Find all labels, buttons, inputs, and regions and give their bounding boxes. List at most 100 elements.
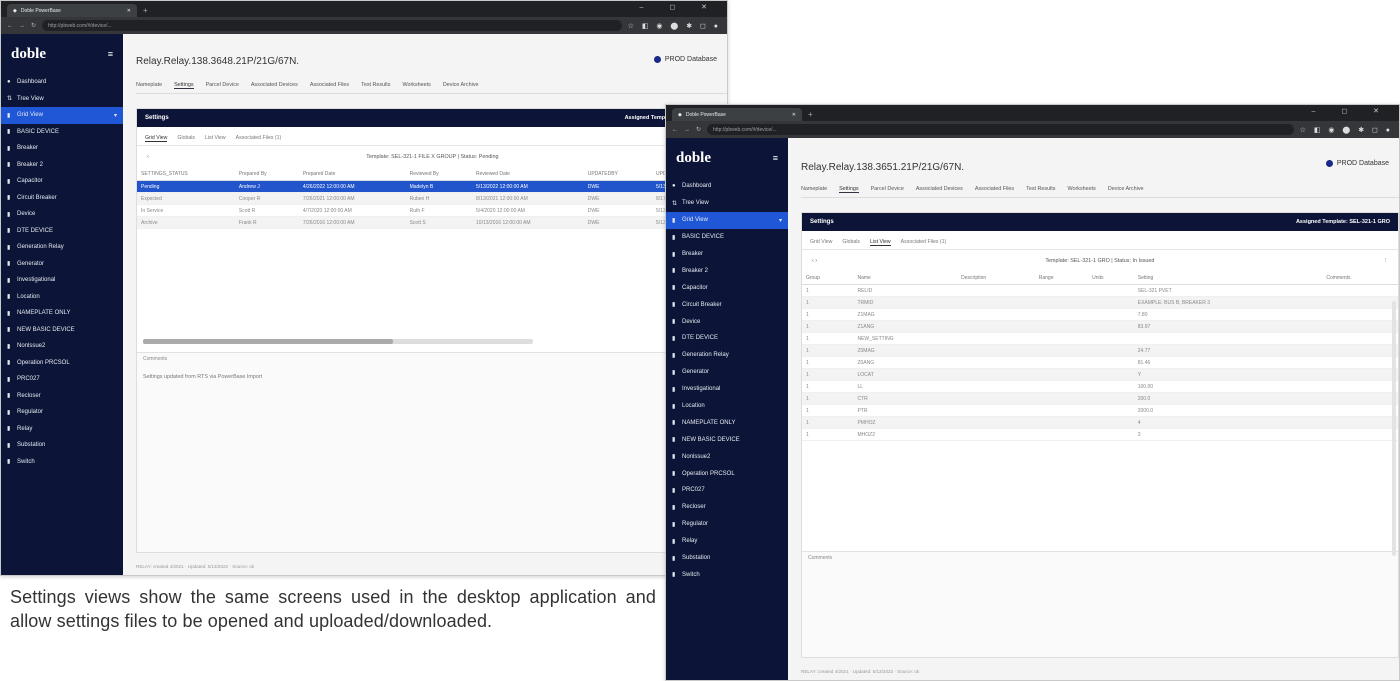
table-row[interactable]: 1 PTR 2000.0	[802, 404, 1398, 417]
sidebar-item[interactable]: ▮ Regulator	[1, 404, 123, 421]
table-row[interactable]: 1 MHOZ2 3	[802, 428, 1398, 441]
sidebar-item[interactable]: ▮ Switch	[1, 454, 123, 471]
sidebar-item[interactable]: ▮ Generation Relay	[666, 347, 788, 364]
sidebar-item[interactable]: ▮ Breaker	[1, 140, 123, 157]
table-row[interactable]: In Service Scott R 4/7/2020 12:00:00 AM Rut…	[137, 204, 726, 217]
sidebar-item[interactable]: ⇅ Tree View	[1, 91, 123, 108]
table-row[interactable]: 1 LL 100.00	[802, 380, 1398, 393]
column-header[interactable]: Prepared By	[234, 168, 299, 181]
column-header[interactable]: Group	[802, 272, 854, 285]
column-header[interactable]: Description	[957, 272, 1035, 285]
table-row[interactable]: Archive Frank R 7/26/2016 12:00:00 AM Scott…	[137, 216, 726, 229]
menu-icon[interactable]: ≡	[108, 49, 113, 59]
sidebar-item[interactable]: ▮ NEW BASIC DEVICE	[1, 322, 123, 339]
record-tab[interactable]: Parcel Device	[871, 186, 904, 193]
panel-options-icon[interactable]: ⋮	[1383, 258, 1388, 264]
table-row[interactable]: 1 Z1ANG 83.97	[802, 320, 1398, 333]
sidebar-item[interactable]: ▮ Grid View ▾	[1, 107, 123, 124]
sidebar-item[interactable]: ▮ BASIC DEVICE	[666, 229, 788, 246]
sidebar-item[interactable]: ▮ NAMEPLATE ONLY	[666, 414, 788, 431]
comments-box[interactable]: Comments Settings updated from RTS via P…	[137, 352, 726, 552]
expand-icon[interactable]: ‹	[147, 154, 149, 160]
browser-tab[interactable]: ◆ Doble PowerBase ✕	[672, 108, 802, 121]
expand-icon[interactable]: ‹ ›	[812, 258, 817, 264]
sidebar-item[interactable]: ▮ Substation	[666, 550, 788, 567]
sidebar-item[interactable]: ▮ Breaker 2	[1, 157, 123, 174]
table-row[interactable]: 1 PMHOZ 4	[802, 416, 1398, 429]
record-tab[interactable]: Associated Devices	[251, 82, 298, 89]
record-tab[interactable]: Associated Files	[975, 186, 1014, 193]
back-icon[interactable]: ←	[672, 127, 678, 133]
sidebar-item[interactable]: ▮ Generator	[1, 256, 123, 273]
sidebar-item[interactable]: ▮ Operation PRCSOL	[1, 355, 123, 372]
table-row[interactable]: Expected Cooper R 7/26/2021 12:00:00 AM Rub…	[137, 192, 726, 205]
sidebar-item[interactable]: ▮ Regulator	[666, 516, 788, 533]
sidebar-item[interactable]: ▮ Nonlssue2	[666, 448, 788, 465]
sidebar-item[interactable]: ▮ Breaker	[666, 246, 788, 263]
table-row[interactable]: 1 Z0ANG 81.46	[802, 356, 1398, 369]
table-row[interactable]: 1 TRMID EXAMPLE: BUS B, BREAKER 3	[802, 296, 1398, 309]
sidebar-item[interactable]: ▮ Recloser	[666, 499, 788, 516]
record-tab[interactable]: Settings	[839, 186, 859, 193]
horizontal-scrollbar[interactable]	[143, 339, 533, 344]
sidebar-item[interactable]: ▮ Device	[666, 313, 788, 330]
sidebar-item[interactable]: ● Dashboard	[1, 74, 123, 91]
sidebar-item[interactable]: ▮ Operation PRCSOL	[666, 465, 788, 482]
sidebar-item[interactable]: ▮ DTE DEVICE	[1, 223, 123, 240]
settings-subtab[interactable]: List View	[870, 239, 891, 246]
comments-box[interactable]: Comments	[802, 551, 1398, 657]
sidebar-item[interactable]: ▮ Device	[1, 206, 123, 223]
record-tab[interactable]: Worksheets	[402, 82, 430, 89]
chevron-down-icon[interactable]: ▾	[779, 217, 782, 224]
url-field[interactable]: http://pbweb.com/#/device/...	[42, 20, 622, 31]
sidebar-item[interactable]: ▮ Location	[1, 289, 123, 306]
close-tab-icon[interactable]: ✕	[792, 112, 796, 118]
forward-icon[interactable]: →	[684, 127, 690, 133]
sidebar-item[interactable]: ▮ Capacitor	[666, 279, 788, 296]
sidebar-item[interactable]: ▮ PRC027	[666, 482, 788, 499]
sidebar-item[interactable]: ▮ Generator	[666, 364, 788, 381]
record-tab[interactable]: Worksheets	[1067, 186, 1095, 193]
table-row[interactable]: 1 RELID SEL-321 PVET	[802, 284, 1398, 297]
settings-subtab[interactable]: Globals	[177, 135, 195, 142]
sidebar-item[interactable]: ▮ Capacitor	[1, 173, 123, 190]
settings-subtab[interactable]: Grid View	[145, 135, 168, 142]
chevron-down-icon[interactable]: ▾	[114, 112, 117, 119]
settings-subtab[interactable]: Globals	[842, 239, 860, 246]
sidebar-item[interactable]: ▮ Location	[666, 398, 788, 415]
sidebar-item[interactable]: ▮ Switch	[666, 566, 788, 583]
sidebar-item[interactable]: ▮ Investigational	[1, 272, 123, 289]
sidebar-item[interactable]: ▮ Generation Relay	[1, 239, 123, 256]
back-icon[interactable]: ←	[7, 23, 13, 29]
window-controls[interactable]: – ◻ ✕	[640, 3, 719, 11]
extension-icons[interactable]: ☆ ◧ ◉ ⬤ ✱ ◻ ●	[1300, 126, 1393, 134]
forward-icon[interactable]: →	[19, 23, 25, 29]
vertical-scrollbar[interactable]	[1392, 301, 1396, 556]
sidebar-item[interactable]: ▮ NEW BASIC DEVICE	[666, 431, 788, 448]
record-tab[interactable]: Associated Devices	[916, 186, 963, 193]
column-header[interactable]: UPDATEDBY	[583, 168, 652, 181]
sidebar-item[interactable]: ▮ Substation	[1, 437, 123, 454]
record-tab[interactable]: Settings	[174, 82, 194, 89]
column-header[interactable]: Reviewed Date	[472, 168, 584, 181]
settings-subtab[interactable]: Associated Files (1)	[901, 239, 947, 246]
record-tab[interactable]: Device Archive	[443, 82, 479, 89]
window-controls[interactable]: – ◻ ✕	[1312, 107, 1391, 115]
column-header[interactable]: Setting	[1133, 272, 1323, 285]
new-tab-button[interactable]: +	[808, 110, 813, 119]
new-tab-button[interactable]: +	[143, 6, 148, 15]
sidebar-item[interactable]: ▮ Relay	[666, 533, 788, 550]
record-tab[interactable]: Device Archive	[1108, 186, 1144, 193]
record-tab[interactable]: Nameplate	[801, 186, 827, 193]
sidebar-item[interactable]: ▮ Investigational	[666, 381, 788, 398]
column-header[interactable]: Name	[853, 272, 958, 285]
column-header[interactable]: Range	[1034, 272, 1089, 285]
sidebar-item[interactable]: ▮ Relay	[1, 421, 123, 438]
record-tab[interactable]: Associated Files	[310, 82, 349, 89]
sidebar-item[interactable]: ▮ Breaker 2	[666, 262, 788, 279]
table-row[interactable]: 1 Z1MAG 7.80	[802, 308, 1398, 321]
sidebar-item[interactable]: ⇅ Tree View	[666, 195, 788, 212]
close-tab-icon[interactable]: ✕	[127, 8, 131, 14]
menu-icon[interactable]: ≡	[773, 153, 778, 163]
record-tab[interactable]: Nameplate	[136, 82, 162, 89]
